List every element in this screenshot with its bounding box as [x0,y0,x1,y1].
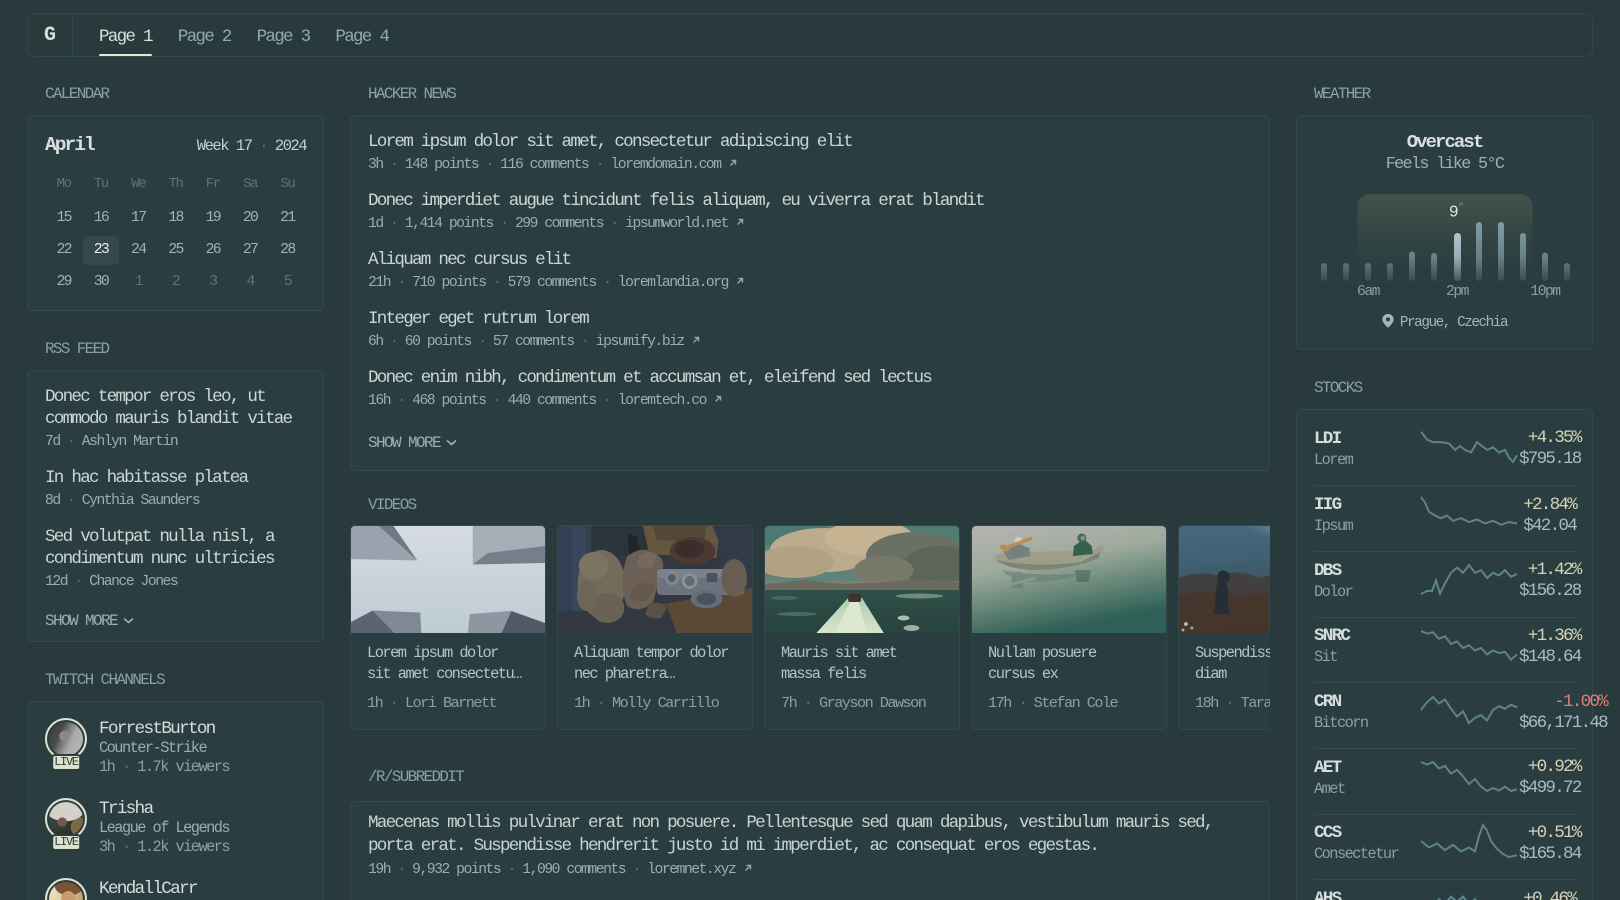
svg-text:°: ° [1457,201,1464,215]
svg-text:2pm: 2pm [1446,284,1470,300]
svg-text:10pm: 10pm [1530,284,1561,300]
svg-text:6am: 6am [1357,284,1381,300]
